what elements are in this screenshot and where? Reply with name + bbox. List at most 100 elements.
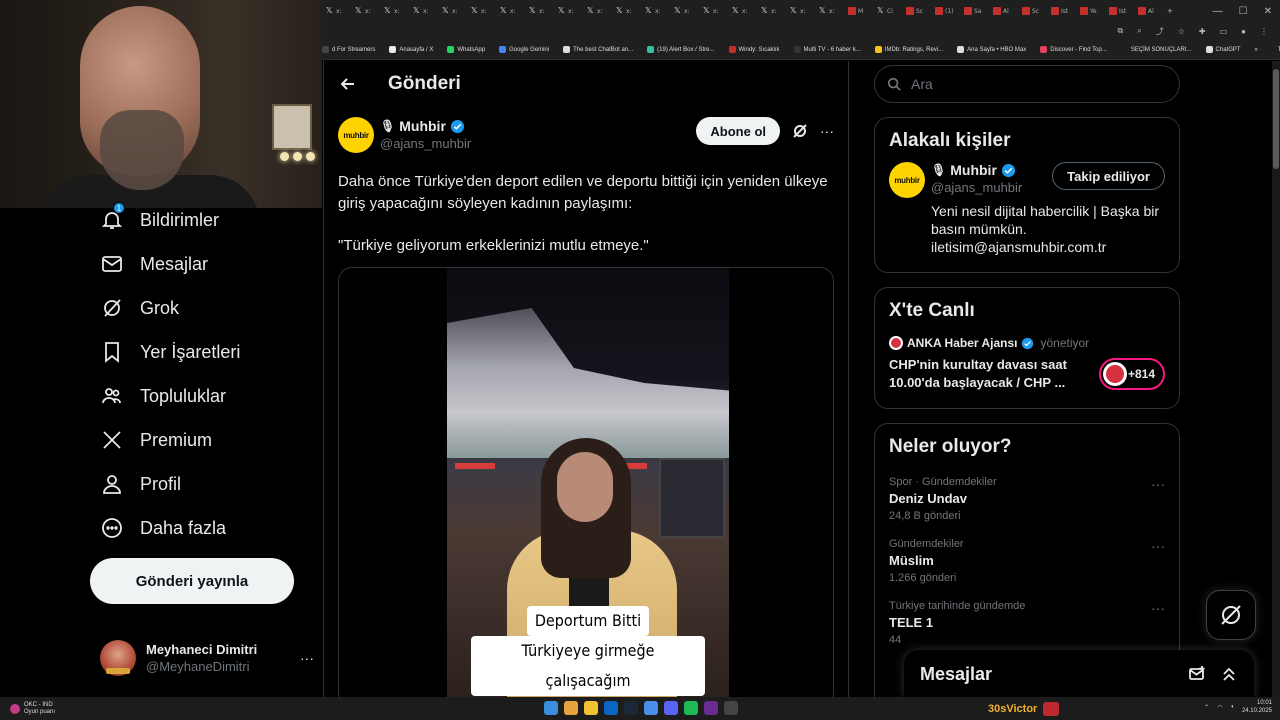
- grok-floating-button[interactable]: [1206, 590, 1256, 640]
- tweet-video[interactable]: Deportum Bitti Türkiyeye girmeğe çalışac…: [338, 267, 834, 707]
- browser-tab[interactable]: 𝕏x:: [670, 0, 699, 22]
- app-icon[interactable]: [604, 701, 618, 715]
- muhbir-logo[interactable]: muhbir: [338, 117, 374, 153]
- browser-tab[interactable]: 𝕏x:: [554, 0, 583, 22]
- account-switcher[interactable]: Meyhaneci Dimitri @MeyhaneDimitri ···: [100, 638, 314, 678]
- close-icon[interactable]: ✕: [1264, 6, 1272, 17]
- new-message-icon[interactable]: [1188, 665, 1206, 683]
- wifi-icon[interactable]: ◠: [1217, 704, 1222, 711]
- browser-tab[interactable]: 𝕏x:: [641, 0, 670, 22]
- browser-tab[interactable]: 𝕏x:: [728, 0, 757, 22]
- browser-tab[interactable]: Sc: [902, 0, 931, 22]
- grok-icon[interactable]: [792, 117, 808, 145]
- sidebar-icon[interactable]: ▭: [1220, 27, 1228, 36]
- settings-icon[interactable]: [724, 701, 738, 715]
- search-box[interactable]: [874, 65, 1180, 103]
- more-icon[interactable]: ···: [1151, 476, 1165, 492]
- live-host-row[interactable]: ANKA Haber Ajansı yönetiyor: [875, 322, 1179, 350]
- clock[interactable]: 10:01 24.10.2025: [1242, 699, 1272, 715]
- windows-start-icon[interactable]: [544, 701, 558, 715]
- bookmark-item[interactable]: SEÇİM SONUÇLARI...: [1120, 46, 1192, 53]
- bookmark-item[interactable]: Windy: Sıcaklık: [728, 46, 780, 53]
- author-name-row[interactable]: 🎙 Muhbir: [380, 118, 471, 134]
- bookmark-item[interactable]: The best ChatBot an...: [563, 46, 633, 53]
- star-icon[interactable]: ☆: [1178, 27, 1185, 36]
- browser-tab[interactable]: 𝕏x:: [380, 0, 409, 22]
- browser-tab[interactable]: 𝕏x:: [322, 0, 351, 22]
- maximize-icon[interactable]: ☐: [1239, 6, 1248, 17]
- trend-item[interactable]: Spor · Gündemdekiler Deniz Undav 24,8 B …: [875, 476, 1179, 522]
- bookmark-item[interactable]: Discover - Find Top...: [1040, 46, 1107, 53]
- browser-tab[interactable]: 𝕏x:: [612, 0, 641, 22]
- browser-tab[interactable]: 𝕏x:: [438, 0, 467, 22]
- browser-tab[interactable]: 𝕏 Ci: [873, 0, 902, 22]
- nav-item-more[interactable]: Daha fazla: [88, 506, 318, 550]
- more-icon[interactable]: ···: [300, 650, 314, 666]
- score-widget[interactable]: OKC - IND Oyun puanı: [0, 702, 55, 716]
- browser-tab[interactable]: Sa: [960, 0, 989, 22]
- browser-tab[interactable]: 𝕏x:: [815, 0, 844, 22]
- nav-item-messages[interactable]: Mesajlar: [88, 242, 318, 286]
- profile-icon[interactable]: ●: [1241, 27, 1246, 36]
- browser-tab[interactable]: 𝕏x:: [409, 0, 438, 22]
- following-button[interactable]: Takip ediliyor: [1052, 162, 1165, 190]
- live-body[interactable]: CHP'nin kurultay davası saat 10.00'da ba…: [875, 350, 1179, 392]
- more-icon[interactable]: ···: [1151, 600, 1165, 616]
- browser-tab[interactable]: M: [844, 0, 873, 22]
- browser-tab[interactable]: 𝕏x:: [757, 0, 786, 22]
- browser-tab[interactable]: Al: [989, 0, 1018, 22]
- trend-item[interactable]: Türkiye tarihinde gündemde TELE 1 44 ···: [875, 600, 1179, 646]
- volume-icon[interactable]: ◖: [1230, 704, 1234, 710]
- bookmarks-overflow-button[interactable]: »: [1255, 47, 1264, 53]
- page-scrollbar[interactable]: [1272, 61, 1280, 697]
- zoom-icon[interactable]: ⌕: [1137, 26, 1141, 36]
- bookmark-item[interactable]: (19) Alert Box / Stre...: [647, 46, 715, 53]
- search-input[interactable]: [911, 76, 1161, 92]
- browser-tab[interactable]: İst: [1047, 0, 1076, 22]
- more-icon[interactable]: ···: [1151, 538, 1165, 554]
- browser-tab[interactable]: 𝕏x:: [699, 0, 728, 22]
- nav-item-notifications[interactable]: 1 Bildirimler: [88, 198, 318, 242]
- install-icon[interactable]: ⧉: [1118, 26, 1124, 36]
- browser-tab[interactable]: (1): [931, 0, 960, 22]
- discord-icon[interactable]: [664, 701, 678, 715]
- bookmark-item[interactable]: Google Gemini: [499, 46, 549, 53]
- nav-item-premium[interactable]: Premium: [88, 418, 318, 462]
- chrome-icon[interactable]: [564, 701, 578, 715]
- bookmark-item[interactable]: d For Streamers: [322, 46, 375, 53]
- browser-tab[interactable]: Al: [1134, 0, 1163, 22]
- author-handle[interactable]: @ajans_muhbir: [380, 136, 471, 151]
- browser-tab[interactable]: Ye: [1076, 0, 1105, 22]
- menu-icon[interactable]: ⋮: [1260, 27, 1268, 36]
- subscribe-button[interactable]: Abone ol: [696, 117, 780, 145]
- bookmark-item[interactable]: Ana Sayfa • HBO Max: [957, 46, 1026, 53]
- related-person[interactable]: muhbir 🎙 Muhbir @ajans_muhbir Takip edil…: [875, 152, 1179, 198]
- nav-item-grok[interactable]: Grok: [88, 286, 318, 330]
- nav-item-profile[interactable]: Profil: [88, 462, 318, 506]
- browser-tab[interactable]: 𝕏x:: [583, 0, 612, 22]
- browser-tab[interactable]: 𝕏x:: [496, 0, 525, 22]
- browser-tab[interactable]: 𝕏x:: [525, 0, 554, 22]
- back-arrow-icon[interactable]: [338, 74, 358, 94]
- messages-drawer[interactable]: Mesajlar: [904, 650, 1254, 698]
- app-icon[interactable]: [644, 701, 658, 715]
- more-icon[interactable]: ···: [820, 117, 834, 145]
- chevron-up-icon[interactable]: [1220, 665, 1238, 683]
- share-icon[interactable]: ⤴: [1156, 26, 1164, 37]
- file-explorer-icon[interactable]: [584, 701, 598, 715]
- steam-icon[interactable]: [624, 701, 638, 715]
- extensions-icon[interactable]: ✚: [1199, 27, 1206, 36]
- post-button[interactable]: Gönderi yayınla: [90, 558, 294, 604]
- chevron-up-icon[interactable]: ⌃: [1204, 704, 1209, 711]
- bookmark-item[interactable]: IMDb: Ratings, Revi...: [874, 46, 943, 53]
- browser-tab[interactable]: 𝕏x:: [467, 0, 496, 22]
- browser-tab[interactable]: İst: [1105, 0, 1134, 22]
- spotify-icon[interactable]: [684, 701, 698, 715]
- bookmark-item[interactable]: WhatsApp: [447, 46, 485, 53]
- bookmark-item[interactable]: Anasayfa / X: [389, 46, 433, 53]
- trend-item[interactable]: Gündemdekiler Müslim 1.266 gönderi ···: [875, 538, 1179, 584]
- nav-item-communities[interactable]: Topluluklar: [88, 374, 318, 418]
- bookmark-item[interactable]: Multi TV - 6 haber k...: [793, 46, 861, 53]
- browser-tab[interactable]: 𝕏x:: [351, 0, 380, 22]
- minimize-icon[interactable]: —: [1213, 6, 1223, 17]
